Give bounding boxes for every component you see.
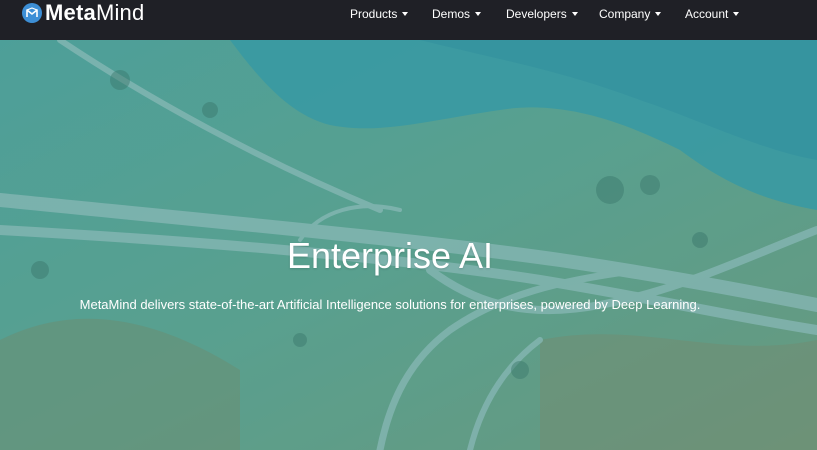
hero-title: Enterprise AI (286, 235, 494, 276)
caret-down-icon (571, 11, 578, 16)
nav-demos-label: Demos (432, 7, 471, 21)
nav-account-menu[interactable]: Account (685, 6, 740, 22)
hero-subtitle: MetaMind delivers state-of-the-art Artif… (79, 297, 701, 312)
nav-products-label: Products (350, 7, 398, 21)
nav-developers-menu[interactable]: Developers (506, 6, 578, 22)
nav-demos-menu[interactable]: Demos (432, 6, 482, 22)
top-navbar: MetaMind Products Demos Developers Compa… (0, 0, 817, 40)
nav-company-label: Company (599, 7, 651, 21)
nav-account-label: Account (685, 7, 729, 21)
brand-name-light: Mind (95, 0, 145, 25)
nav-company-menu[interactable]: Company (599, 6, 662, 22)
caret-down-icon (402, 11, 409, 16)
nav-products-menu[interactable]: Products (350, 6, 409, 22)
caret-down-icon (733, 11, 740, 16)
caret-down-icon (655, 11, 662, 16)
caret-down-icon (475, 11, 482, 16)
metamind-logo-icon (22, 3, 42, 23)
brand-name: MetaMind (45, 1, 144, 25)
hero-banner: Enterprise AI MetaMind delivers state-of… (0, 40, 817, 450)
brand-logo-link[interactable]: MetaMind (22, 1, 144, 25)
nav-developers-label: Developers (506, 7, 567, 21)
brand-name-bold: Meta (45, 0, 96, 25)
